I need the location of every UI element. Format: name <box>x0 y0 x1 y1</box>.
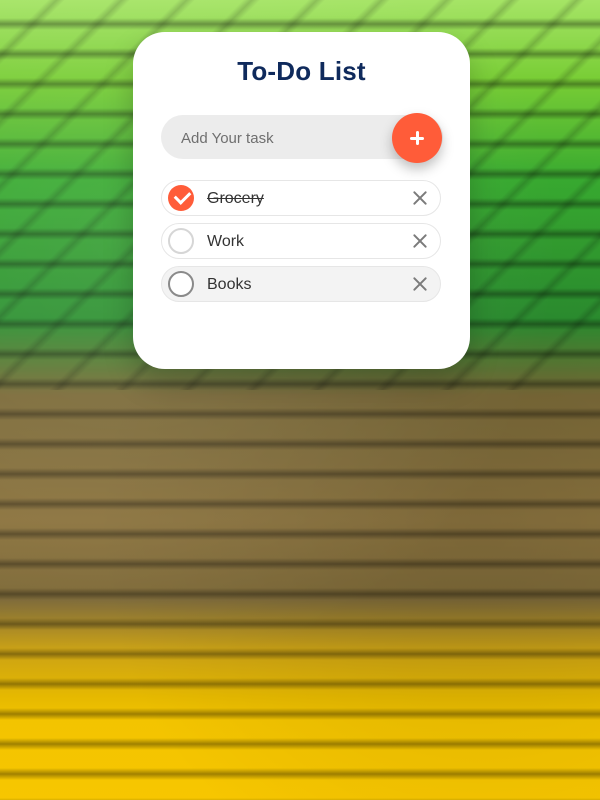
task-list: Grocery Work Books <box>161 180 441 309</box>
close-icon[interactable] <box>412 190 428 206</box>
task-item-grocery[interactable]: Grocery <box>161 180 441 216</box>
app-title: To-Do List <box>237 56 366 86</box>
add-task-button[interactable] <box>392 113 442 163</box>
task-checkbox-checked[interactable] <box>168 185 194 211</box>
close-icon[interactable] <box>412 233 428 249</box>
task-label: Grocery <box>207 190 264 207</box>
close-icon[interactable] <box>412 276 428 292</box>
task-input[interactable] <box>179 115 403 161</box>
task-item-books[interactable]: Books <box>161 266 441 302</box>
task-item-work[interactable]: Work <box>161 223 441 259</box>
task-label: Work <box>207 233 245 250</box>
plus-icon <box>408 129 426 147</box>
todo-card: To-Do List Grocery Work Books <box>133 32 470 369</box>
task-label: Books <box>207 276 252 293</box>
task-checkbox-unchecked[interactable] <box>168 271 194 297</box>
task-checkbox-unchecked[interactable] <box>168 228 194 254</box>
checkmark-icon <box>173 187 192 205</box>
